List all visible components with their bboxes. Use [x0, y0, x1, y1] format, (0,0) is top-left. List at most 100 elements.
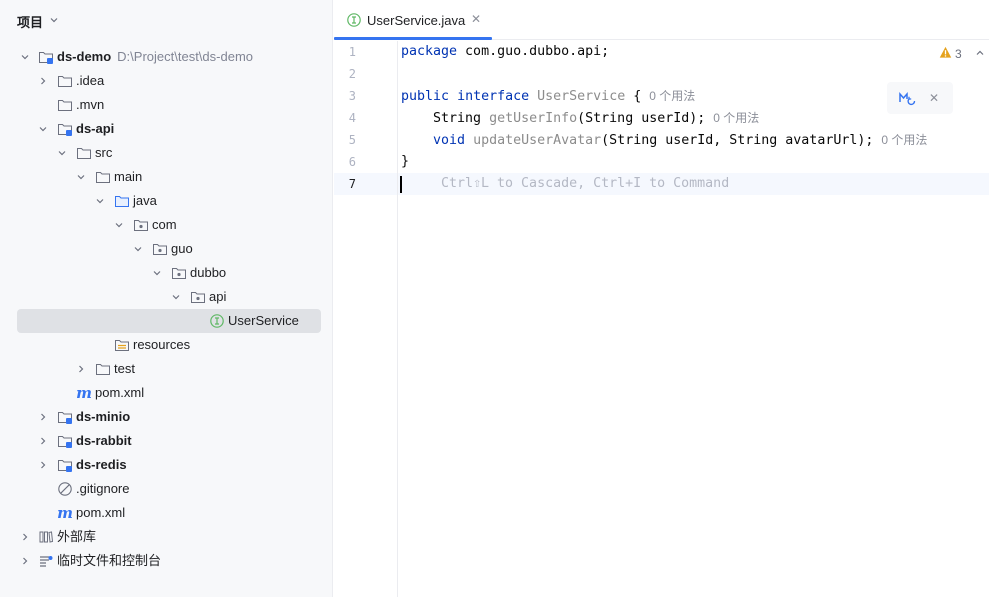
resources-folder-icon — [114, 337, 130, 353]
tree-item-gitignore[interactable]: .gitignore — [0, 477, 333, 501]
tree-item-label: ds-demo D:\Project\test\ds-demo — [57, 49, 253, 64]
scratches-icon — [38, 553, 54, 569]
tree-item-label: ds-rabbit — [76, 433, 132, 448]
chevron-right-icon[interactable] — [75, 363, 87, 375]
chevron-down-icon[interactable] — [94, 195, 106, 207]
code-line-1[interactable]: package com.guo.dubbo.api; — [401, 41, 609, 63]
maven-reload-popup: ✕ — [887, 82, 953, 114]
tab-userservice-java[interactable]: UserService.java ✕ — [334, 0, 492, 40]
tree-item-label: pom.xml — [76, 505, 126, 520]
maven-icon: m — [57, 504, 73, 522]
tree-item-label: dubbo — [190, 265, 227, 280]
chevron-down-icon[interactable] — [75, 171, 87, 183]
tree-item-pom-xml-root[interactable]: m pom.xml — [0, 501, 333, 525]
usages-hint[interactable]: 0 个用法 — [713, 111, 759, 125]
tree-item-label: .idea — [76, 73, 105, 88]
line-number: 3 — [348, 89, 356, 103]
tree-item-dubbo[interactable]: dubbo — [0, 261, 333, 285]
tree-item-userservice[interactable]: UserService — [0, 309, 333, 333]
module-folder-icon — [57, 409, 73, 425]
tree-item-api[interactable]: api — [0, 285, 333, 309]
tree-item-idea[interactable]: .idea — [0, 69, 333, 93]
tree-item-label: pom.xml — [95, 385, 145, 400]
chevron-down-icon[interactable] — [132, 243, 144, 255]
package-icon — [190, 289, 206, 305]
tree-item-com[interactable]: com — [0, 213, 333, 237]
usages-hint[interactable]: 0 个用法 — [649, 89, 695, 103]
tree-item-resources[interactable]: resources — [0, 333, 333, 357]
folder-icon — [57, 97, 73, 113]
chevron-up-icon[interactable] — [975, 47, 985, 61]
tree-item-label: guo — [171, 241, 193, 256]
interface-icon — [209, 313, 225, 329]
chevron-down-icon[interactable] — [113, 219, 125, 231]
tree-item-pom-xml[interactable]: m pom.xml — [0, 381, 333, 405]
ai-shortcut-hint: Ctrl⇧L to Cascade, Ctrl+I to Command — [441, 176, 730, 191]
chevron-right-icon[interactable] — [19, 531, 31, 543]
folder-icon — [95, 169, 111, 185]
tree-item-test[interactable]: test — [0, 357, 333, 381]
tree-item-label: 外部库 — [57, 529, 97, 544]
maven-sync-icon[interactable] — [898, 90, 916, 109]
tree-item-label: ds-api — [76, 121, 115, 136]
code-line-4[interactable]: String getUserInfo(String userId); 0 个用法 — [401, 107, 759, 129]
tree-item-guo[interactable]: guo — [0, 237, 333, 261]
library-icon — [38, 529, 54, 545]
warning-icon — [939, 46, 952, 62]
tree-item-label: ds-redis — [76, 457, 127, 472]
close-icon[interactable]: ✕ — [927, 90, 941, 106]
tree-item-external-libraries[interactable]: 外部库 — [0, 525, 333, 549]
inspection-widget[interactable]: 3 — [939, 45, 985, 63]
maven-icon: m — [76, 384, 92, 402]
tree-item-scratches-and-consoles[interactable]: 临时文件和控制台 — [0, 549, 333, 573]
chevron-right-icon[interactable] — [37, 459, 49, 471]
tree-item-label: api — [209, 289, 227, 304]
tree-item-main[interactable]: main — [0, 165, 333, 189]
tree-item-mvn[interactable]: .mvn — [0, 93, 333, 117]
text-caret — [400, 176, 402, 193]
folder-icon — [76, 145, 92, 161]
tree-item-label: .gitignore — [76, 481, 130, 496]
chevron-down-icon[interactable] — [19, 51, 31, 63]
tree-item-label: test — [114, 361, 135, 376]
chevron-right-icon[interactable] — [19, 555, 31, 567]
tree-item-ds-redis[interactable]: ds-redis — [0, 453, 333, 477]
package-icon — [171, 265, 187, 281]
project-panel-header[interactable]: 项目 — [17, 12, 59, 30]
code-line-6[interactable]: } — [401, 151, 409, 173]
tree-item-ds-api[interactable]: ds-api — [0, 117, 333, 141]
chevron-down-icon[interactable] — [170, 291, 182, 303]
source-folder-icon — [114, 193, 130, 209]
tree-item-label: java — [133, 193, 157, 208]
tree-item-java[interactable]: java — [0, 189, 333, 213]
package-icon — [133, 217, 149, 233]
chevron-down-icon[interactable] — [151, 267, 163, 279]
ignore-file-icon — [57, 481, 73, 497]
folder-icon — [57, 73, 73, 89]
close-icon[interactable]: ✕ — [470, 12, 482, 26]
line-number: 6 — [348, 155, 356, 169]
chevron-right-icon[interactable] — [37, 435, 49, 447]
chevron-right-icon[interactable] — [37, 75, 49, 87]
tab-label: UserService.java — [367, 13, 466, 28]
tree-item-ds-demo[interactable]: ds-demo D:\Project\test\ds-demo — [0, 45, 333, 69]
warning-count: 3 — [955, 47, 962, 61]
code-line-3[interactable]: public interface UserService {0 个用法 — [401, 85, 695, 107]
tree-item-src[interactable]: src — [0, 141, 333, 165]
module-folder-icon — [57, 433, 73, 449]
folder-icon — [95, 361, 111, 377]
module-folder-icon — [57, 121, 73, 137]
line-number: 2 — [348, 67, 356, 81]
chevron-down-icon[interactable] — [37, 123, 49, 135]
tree-item-ds-rabbit[interactable]: ds-rabbit — [0, 429, 333, 453]
project-path: D:\Project\test\ds-demo — [117, 49, 253, 64]
chevron-right-icon[interactable] — [37, 411, 49, 423]
tree-item-label: UserService — [228, 313, 299, 328]
chevron-down-icon[interactable] — [56, 147, 68, 159]
usages-hint[interactable]: 0 个用法 — [881, 133, 927, 147]
line-number: 4 — [348, 111, 356, 125]
code-line-5[interactable]: void updateUserAvatar(String userId, Str… — [401, 129, 927, 151]
active-tab-indicator — [334, 37, 492, 40]
tree-item-ds-minio[interactable]: ds-minio — [0, 405, 333, 429]
project-panel: 项目 ds-demo D:\Project\test\ds-demo .idea … — [0, 0, 333, 597]
